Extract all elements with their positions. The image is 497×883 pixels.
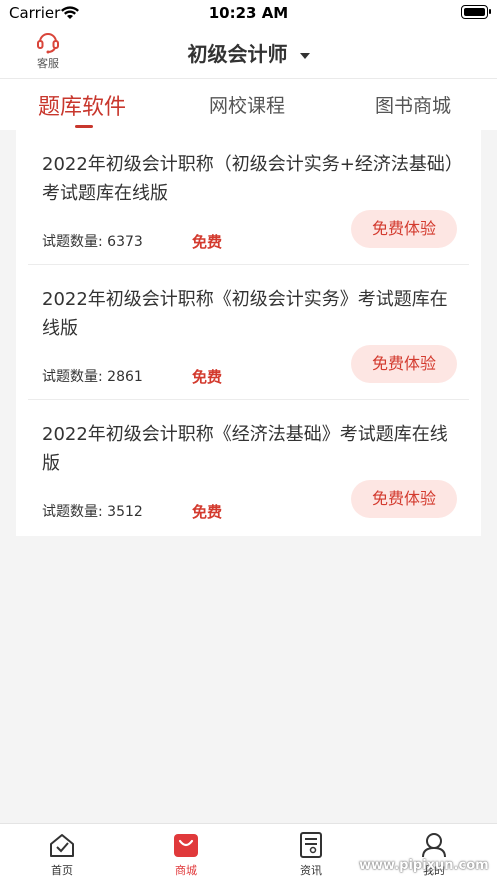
bottom-tab-bar: 首页 商城 资讯 我的 — [0, 823, 497, 883]
tabbar-news[interactable]: 资讯 — [281, 832, 341, 878]
user-icon — [422, 833, 446, 858]
exam-selector[interactable]: 初级会计师 — [0, 38, 497, 67]
tabbar-home[interactable]: 首页 — [32, 832, 92, 878]
product-list: 2022年初级会计职称（初级会计实务+经济法基础）考试题库在线版 试题数量: 6… — [16, 130, 481, 536]
question-count: 试题数量: 2861 — [42, 369, 143, 385]
nav-bar: 客服 初级会计师 — [0, 26, 497, 78]
clock: 10:23 AM — [208, 4, 289, 22]
tab-question-bank[interactable]: 题库软件 — [38, 89, 126, 121]
price-label: 免费 — [192, 368, 223, 386]
watermark: www.pipixun.com — [359, 858, 489, 873]
status-bar: Carrier 10:23 AM — [0, 0, 497, 26]
tabbar-shop[interactable]: 商城 — [156, 832, 216, 878]
price-label: 免费 — [192, 503, 223, 521]
shop-bag-icon — [174, 834, 198, 857]
battery-icon — [461, 5, 491, 19]
tab-online-courses[interactable]: 网校课程 — [209, 91, 285, 118]
tab-book-store[interactable]: 图书商城 — [375, 91, 451, 118]
product-title: 2022年初级会计职称《初级会计实务》考试题库在线版 — [42, 289, 448, 339]
list-item[interactable]: 2022年初级会计职称（初级会计实务+经济法基础）考试题库在线版 试题数量: 6… — [16, 130, 481, 265]
caret-down-icon — [299, 52, 310, 59]
news-icon — [300, 832, 322, 858]
product-title: 2022年初级会计职称《经济法基础》考试题库在线版 — [42, 424, 448, 474]
category-tabs: 题库软件 网校课程 图书商城 — [0, 78, 497, 130]
question-count: 试题数量: 3512 — [42, 504, 143, 520]
active-tab-indicator — [75, 125, 93, 128]
list-item[interactable]: 2022年初级会计职称《初级会计实务》考试题库在线版 试题数量: 2861 免费… — [16, 265, 481, 400]
free-trial-button[interactable]: 免费体验 — [351, 480, 457, 518]
question-count: 试题数量: 6373 — [42, 234, 143, 250]
free-trial-button[interactable]: 免费体验 — [351, 345, 457, 383]
product-title: 2022年初级会计职称（初级会计实务+经济法基础）考试题库在线版 — [42, 154, 454, 204]
free-trial-button[interactable]: 免费体验 — [351, 210, 457, 248]
list-item[interactable]: 2022年初级会计职称《经济法基础》考试题库在线版 试题数量: 3512 免费 … — [16, 400, 481, 535]
tabbar-home-label: 首页 — [51, 864, 73, 877]
tabbar-shop-label: 商城 — [175, 864, 197, 877]
home-icon — [50, 834, 74, 857]
price-label: 免费 — [192, 233, 223, 251]
exam-title: 初级会计师 — [187, 42, 288, 66]
tabbar-news-label: 资讯 — [300, 864, 322, 877]
